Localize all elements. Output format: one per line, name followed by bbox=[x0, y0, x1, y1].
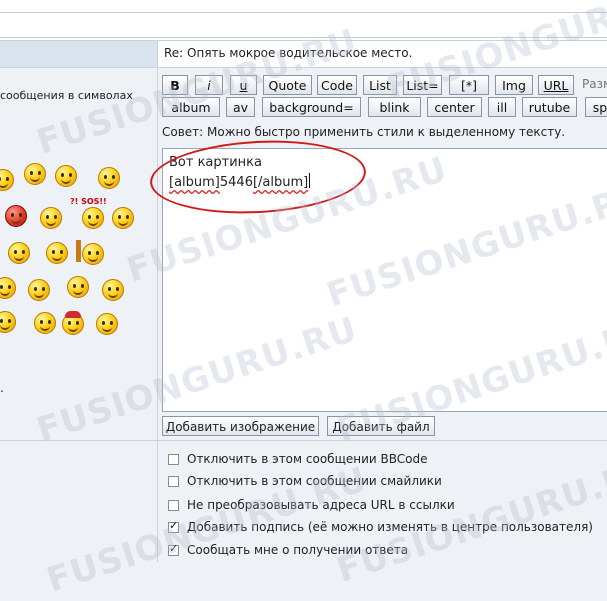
checkbox[interactable] bbox=[168, 500, 179, 511]
message-textarea[interactable]: Вот картинка [album]5446[/album] bbox=[148, 135, 607, 412]
smiley-icon[interactable] bbox=[0, 277, 16, 299]
checkbox[interactable] bbox=[168, 454, 179, 465]
option-label: Добавить подпись (её можно изменять в це… bbox=[187, 520, 593, 534]
left-divider bbox=[0, 440, 157, 441]
av-button[interactable]: av bbox=[226, 97, 255, 117]
background-button[interactable]: background= bbox=[262, 97, 361, 117]
smiley-icon[interactable] bbox=[40, 207, 62, 229]
smiley-icon[interactable] bbox=[98, 167, 120, 189]
smiley-icon[interactable] bbox=[112, 207, 134, 229]
left-panel: сообщения в символах ?! SOS!! . bbox=[0, 41, 158, 562]
album-button[interactable]: album bbox=[162, 97, 220, 117]
smiley-icon[interactable] bbox=[28, 279, 50, 301]
rutube-button[interactable]: rutube bbox=[522, 97, 577, 117]
smiley-icon[interactable] bbox=[46, 242, 68, 264]
subject-field[interactable]: Re: Опять мокрое водительское место. bbox=[158, 41, 607, 68]
italic-button[interactable]: i bbox=[195, 75, 223, 95]
top-bar bbox=[0, 0, 607, 41]
smilies-hint-text: сообщения в символах bbox=[0, 89, 133, 102]
sp-button[interactable]: sp bbox=[585, 97, 607, 117]
smiley-icon[interactable] bbox=[34, 312, 56, 334]
center-button[interactable]: center bbox=[427, 97, 482, 117]
album-id: 5446 bbox=[219, 175, 253, 190]
bbcode-toolbar-row-2: album av background= blink center ill ru… bbox=[158, 97, 607, 119]
smiley-icon[interactable] bbox=[0, 169, 14, 191]
quote-button[interactable]: Quote bbox=[263, 75, 312, 95]
editor-line-1: Вот картинка bbox=[169, 155, 262, 170]
cap-smiley-icon[interactable] bbox=[62, 311, 84, 335]
list-button[interactable]: List bbox=[363, 75, 397, 95]
editor-line-2: [album]5446[/album] bbox=[169, 173, 311, 190]
smiley-with-sign-icon[interactable] bbox=[82, 243, 104, 265]
options-divider bbox=[158, 440, 607, 441]
left-header-band bbox=[0, 41, 157, 68]
smiley-icon[interactable] bbox=[0, 311, 16, 333]
smiley-icon[interactable] bbox=[55, 165, 77, 187]
subject-text: Re: Опять мокрое водительское место. bbox=[164, 46, 413, 60]
devil-smiley-icon[interactable] bbox=[5, 205, 27, 227]
code-button[interactable]: Code bbox=[317, 75, 357, 95]
add-image-button[interactable]: Добавить изображение bbox=[162, 416, 319, 436]
sos-smiley-icon[interactable] bbox=[82, 207, 104, 229]
underline-button[interactable]: u bbox=[230, 75, 257, 95]
font-size-label: Разм bbox=[582, 77, 607, 91]
sign-icon bbox=[76, 240, 81, 262]
sos-label: ?! SOS!! bbox=[70, 197, 107, 206]
top-input-field[interactable] bbox=[0, 12, 607, 38]
blink-button[interactable]: blink bbox=[368, 97, 421, 117]
option-label: Не преобразовывать адреса URL в ссылки bbox=[187, 498, 455, 512]
checkbox[interactable] bbox=[168, 476, 179, 487]
album-open-tag: [album] bbox=[169, 175, 220, 190]
more-smilies-marker: . bbox=[0, 381, 4, 395]
smiley-icon[interactable] bbox=[8, 242, 30, 264]
ill-button[interactable]: ill bbox=[488, 97, 516, 117]
img-button[interactable]: Img bbox=[495, 75, 533, 95]
text-caret bbox=[309, 173, 311, 188]
formatting-tip: Совет: Можно быстро применить стили к вы… bbox=[162, 125, 566, 139]
option-label: Отключить в этом сообщении смайлики bbox=[187, 474, 442, 488]
list-equals-button[interactable]: List= bbox=[403, 75, 442, 95]
checkbox-checked[interactable] bbox=[168, 519, 179, 533]
list-item-button[interactable]: [*] bbox=[449, 75, 489, 95]
url-button[interactable]: URL bbox=[538, 75, 574, 95]
post-form: Re: Опять мокрое водительское место. B i… bbox=[148, 41, 607, 562]
checkbox-checked[interactable] bbox=[168, 542, 179, 556]
bbcode-toolbar-row-1: B i u Quote Code List List= [*] Img URL … bbox=[158, 75, 607, 97]
option-label: Сообщать мне о получении ответа bbox=[187, 543, 409, 557]
smiley-icon[interactable] bbox=[102, 279, 124, 301]
add-file-button[interactable]: Добавить файл bbox=[327, 416, 435, 436]
album-close-tag: [/album] bbox=[252, 175, 309, 190]
smiley-icon[interactable] bbox=[24, 163, 46, 185]
option-label: Отключить в этом сообщении BBCode bbox=[187, 452, 428, 466]
bold-button[interactable]: B bbox=[162, 75, 188, 95]
thumbs-up-smiley-icon[interactable] bbox=[96, 313, 118, 335]
smiley-icon[interactable] bbox=[67, 276, 89, 298]
